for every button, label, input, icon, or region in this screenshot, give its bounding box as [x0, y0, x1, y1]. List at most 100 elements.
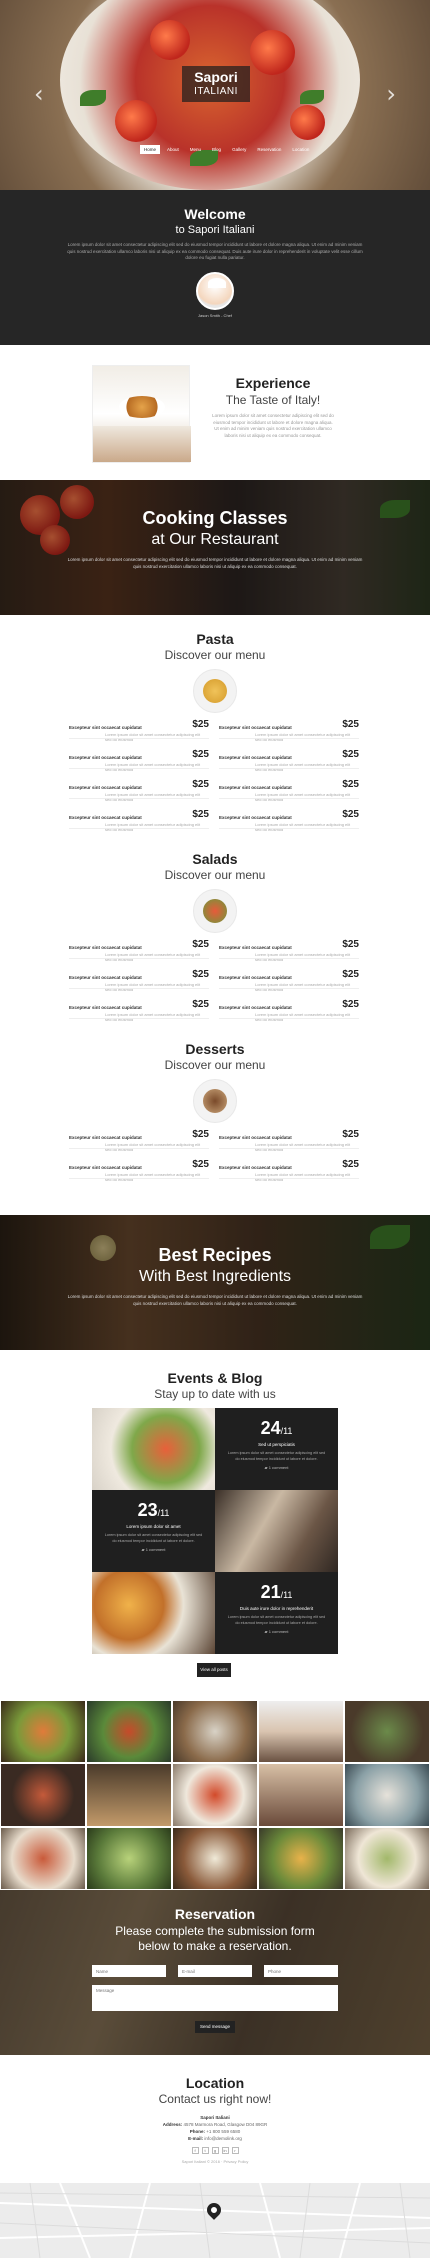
blog-image[interactable]: [92, 1572, 215, 1654]
nav-menu[interactable]: Menu: [186, 145, 205, 154]
company-name: Sapori Italiani: [200, 2115, 230, 2120]
gallery-image[interactable]: [344, 1700, 430, 1764]
menu-item-price: $25: [192, 1129, 209, 1140]
post-excerpt: Lorem ipsum dolor sit amet consectetur a…: [104, 1533, 203, 1543]
menu-item-price: $25: [192, 999, 209, 1010]
tomato-image: [150, 20, 190, 60]
contact-info: Sapori Italiani Address: 4578 Marmora Ro…: [0, 2114, 430, 2142]
twitter-icon[interactable]: t: [201, 2147, 209, 2154]
nav-about[interactable]: About: [163, 145, 183, 154]
facebook-icon[interactable]: f: [191, 2147, 199, 2154]
tomato-image: [115, 100, 157, 142]
gallery-image[interactable]: [172, 1826, 258, 1890]
gallery-image[interactable]: [172, 1700, 258, 1764]
menu-item-name: Excepteur sint occaecat cupidatat: [219, 785, 292, 790]
nav-reservation[interactable]: Reservation: [253, 145, 285, 154]
post-day: 24: [260, 1418, 281, 1438]
post-title[interactable]: Duis aute irure dolor in reprehenderit: [215, 1606, 338, 1611]
menu-item-name: Excepteur sint occaecat cupidatat: [219, 755, 292, 760]
menu-item-description: Lorem ipsum dolor sit amet consectetur a…: [105, 822, 201, 832]
menu-item: Excepteur sint occaecat cupidatat $25 Lore…: [215, 809, 365, 839]
nav-home[interactable]: Home: [140, 145, 161, 154]
menu-item-price: $25: [342, 939, 359, 950]
menu-item: Excepteur sint occaecat cupidatat $25 Lore…: [65, 719, 215, 749]
menu-item-name: Excepteur sint occaecat cupidatat: [69, 1135, 142, 1140]
menu-item: Excepteur sint occaecat cupidatat $25 Lore…: [65, 999, 215, 1029]
tomato-image: [290, 105, 325, 140]
desserts-title: Desserts: [185, 1041, 245, 1057]
menu-item-price: $25: [192, 719, 209, 730]
menu-item: Excepteur sint occaecat cupidatat $25 Lore…: [65, 1129, 215, 1159]
menu-item-price: $25: [192, 749, 209, 760]
desserts-subtitle: Discover our menu: [164, 1058, 266, 1072]
site-logo[interactable]: Sapori ITALIANI: [182, 66, 250, 102]
nav-location[interactable]: Location: [288, 145, 313, 154]
menu-item: Excepteur sint occaecat cupidatat $25 Lore…: [215, 1159, 365, 1189]
message-field[interactable]: [92, 1985, 338, 2011]
gallery-image[interactable]: [258, 1700, 344, 1764]
view-all-posts-button[interactable]: View all posts: [197, 1663, 231, 1677]
location-map[interactable]: [0, 2183, 430, 2258]
linkedin-icon[interactable]: in: [221, 2147, 229, 2154]
name-field[interactable]: [92, 1965, 166, 1977]
phone-value[interactable]: +1 800 559 6580: [206, 2129, 240, 2134]
email-field[interactable]: [178, 1965, 252, 1977]
menu-item-description: Lorem ipsum dolor sit amet consectetur a…: [255, 792, 351, 802]
menu-item-price: $25: [342, 749, 359, 760]
blog-post-card[interactable]: 23/11 Lorem ipsum dolor sit amet Lorem i…: [92, 1490, 215, 1572]
menu-item-description: Lorem ipsum dolor sit amet consectetur a…: [255, 1142, 351, 1152]
blog-image[interactable]: [215, 1490, 338, 1572]
best-text: Lorem ipsum dolor sit amet consectetur a…: [67, 1294, 363, 1306]
chef-avatar: [196, 271, 234, 310]
gallery-image[interactable]: [172, 1763, 258, 1827]
post-title[interactable]: Lorem ipsum dolor sit amet: [92, 1524, 215, 1529]
best-subtitle: With Best Ingredients: [138, 1268, 292, 1285]
menu-item: Excepteur sint occaecat cupidatat $25 Lore…: [215, 779, 365, 809]
phone-field[interactable]: [264, 1965, 338, 1977]
blog-image[interactable]: [92, 1408, 215, 1490]
blog-post-card[interactable]: 21/11 Duis aute irure dolor in reprehend…: [215, 1572, 338, 1654]
post-comments[interactable]: 1 comment: [269, 1629, 289, 1634]
gallery-image[interactable]: [258, 1763, 344, 1827]
welcome-title: Welcome: [184, 206, 246, 222]
gallery-image[interactable]: [86, 1700, 172, 1764]
nav-blog[interactable]: Blog: [208, 145, 225, 154]
cooking-text: Lorem ipsum dolor sit amet consectetur a…: [67, 557, 363, 569]
menu-section: Pasta Discover our menu Excepteur sint o…: [0, 615, 430, 1215]
salads-thumb-image: [193, 889, 237, 933]
menu-item-price: $25: [342, 779, 359, 790]
menu-item: Excepteur sint occaecat cupidatat $25 Lore…: [215, 969, 365, 999]
gallery-image[interactable]: [86, 1763, 172, 1827]
send-message-button[interactable]: Send message: [195, 2021, 235, 2033]
experience-subtitle: The Taste of Italy!: [225, 393, 321, 407]
basil-leaf-image: [80, 90, 106, 106]
slider-prev-arrow-icon[interactable]: ‹: [34, 80, 44, 108]
cooking-classes-section: Cooking Classes at Our Restaurant Lorem …: [0, 480, 430, 615]
gallery-image[interactable]: [86, 1826, 172, 1890]
gallery-image[interactable]: [0, 1826, 86, 1890]
email-value[interactable]: info@demolink.org: [204, 2136, 242, 2141]
slider-next-arrow-icon[interactable]: ›: [386, 80, 396, 108]
gallery-image[interactable]: [344, 1763, 430, 1827]
nav-gallery[interactable]: Gallery: [228, 145, 250, 154]
gallery-image[interactable]: [0, 1700, 86, 1764]
menu-item: Excepteur sint occaecat cupidatat $25 Lore…: [65, 969, 215, 999]
gallery-image[interactable]: [0, 1763, 86, 1827]
post-comments[interactable]: 1 comment: [146, 1547, 166, 1552]
menu-item-name: Excepteur sint occaecat cupidatat: [69, 1005, 142, 1010]
menu-item-price: $25: [192, 809, 209, 820]
blog-post-card[interactable]: 24/11 Sed ut perspiciatis Lorem ipsum do…: [215, 1408, 338, 1490]
logo-line1: Sapori: [194, 69, 238, 85]
post-month: /11: [157, 1508, 170, 1518]
post-comments[interactable]: 1 comment: [269, 1465, 289, 1470]
rss-icon[interactable]: r: [231, 2147, 239, 2154]
menu-item-name: Excepteur sint occaecat cupidatat: [219, 1135, 292, 1140]
post-title[interactable]: Sed ut perspiciatis: [215, 1442, 338, 1447]
google-plus-icon[interactable]: g: [211, 2147, 219, 2154]
gallery-image[interactable]: [258, 1826, 344, 1890]
events-title: Events & Blog: [167, 1370, 263, 1386]
pasta-subtitle: Discover our menu: [164, 648, 266, 662]
gallery-image[interactable]: [344, 1826, 430, 1890]
menu-item-name: Excepteur sint occaecat cupidatat: [69, 945, 142, 950]
menu-item-price: $25: [342, 719, 359, 730]
